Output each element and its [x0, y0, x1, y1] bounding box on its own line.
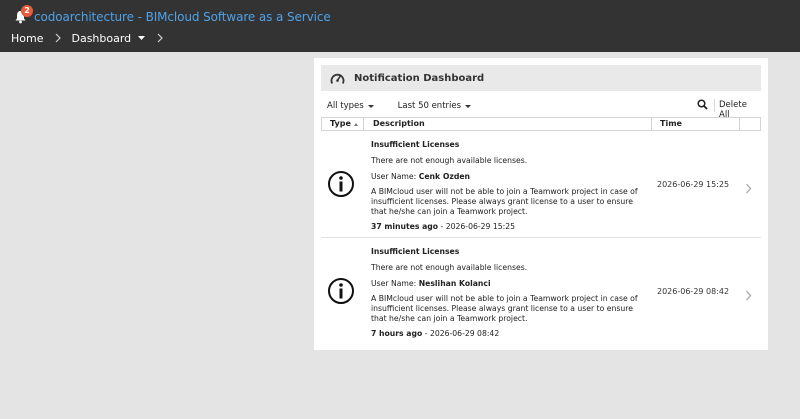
column-header-time: Time: [651, 118, 739, 130]
column-header-description: Description: [363, 118, 651, 130]
range-filter-dropdown[interactable]: Last 50 entries: [397, 101, 472, 111]
breadcrumb-home[interactable]: Home: [11, 32, 43, 45]
sort-ascending-icon: [353, 122, 358, 126]
search-button[interactable]: [697, 99, 708, 113]
notification-description: Insufficient Licenses There are not enou…: [371, 247, 647, 339]
table-row[interactable]: Insufficient Licenses There are not enou…: [321, 239, 761, 345]
table-row[interactable]: Insufficient Licenses There are not enou…: [321, 132, 761, 238]
notification-time: 2026-06-29 15:25: [657, 180, 730, 189]
panel-title: Notification Dashboard: [354, 72, 485, 84]
user-label: User Name:: [371, 172, 417, 181]
table-header: Type Description Time: [321, 117, 761, 131]
info-icon: [327, 170, 355, 202]
notifications-button[interactable]: 2: [12, 5, 33, 26]
chevron-right-icon: [55, 33, 62, 43]
notification-dashboard-panel: Notification Dashboard All types Last 50…: [314, 58, 768, 350]
caret-down-icon: [367, 104, 374, 108]
app-title[interactable]: codoarchitecture - BIMcloud Software as …: [34, 10, 331, 24]
notification-body: A BIMcloud user will not be able to join…: [371, 294, 638, 323]
notification-age: 7 hours ago - 2026-06-29 08:42: [371, 329, 499, 338]
notification-message: There are not enough available licenses.: [371, 263, 528, 272]
notification-body: A BIMcloud user will not be able to join…: [371, 187, 638, 216]
title-row: 2 codoarchitecture - BIMcloud Software a…: [12, 5, 331, 26]
notification-age: 37 minutes ago - 2026-06-29 15:25: [371, 222, 515, 231]
chevron-right-icon: [157, 33, 164, 43]
top-bar: 2 codoarchitecture - BIMcloud Software a…: [0, 0, 800, 52]
chevron-right-icon[interactable]: [745, 179, 752, 198]
notification-message: There are not enough available licenses.: [371, 156, 528, 165]
relative-age: 37 minutes ago: [371, 222, 439, 231]
user-label: User Name:: [371, 279, 417, 288]
column-type-label: Type: [330, 119, 351, 128]
caret-down-icon: [465, 104, 472, 108]
chevron-right-icon[interactable]: [745, 286, 752, 305]
user-name: Cenk Ozden: [418, 172, 471, 181]
column-header-actions: [739, 118, 761, 130]
range-filter-label: Last 50 entries: [397, 101, 462, 111]
notification-description: Insufficient Licenses There are not enou…: [371, 140, 647, 232]
notification-time: 2026-06-29 08:42: [657, 287, 730, 296]
caret-down-icon[interactable]: [138, 36, 146, 40]
breadcrumb: Home Dashboard: [11, 31, 173, 45]
type-filter-label: All types: [327, 101, 364, 111]
breadcrumb-dashboard[interactable]: Dashboard: [71, 32, 131, 45]
search-icon: [697, 99, 708, 110]
info-icon: [327, 277, 355, 309]
notification-title: Insufficient Licenses: [371, 247, 460, 256]
notification-user: User Name: Neslihan Kolanci: [371, 279, 647, 289]
gauge-icon: [330, 72, 345, 85]
relative-age: 7 hours ago: [371, 329, 423, 338]
notification-count-badge: 2: [21, 5, 33, 17]
timestamp-suffix: - 2026-06-29 15:25: [438, 222, 516, 231]
user-name: Neslihan Kolanci: [418, 279, 491, 288]
toolbar-divider: [714, 99, 715, 112]
notification-user: User Name: Cenk Ozden: [371, 172, 647, 182]
panel-header: Notification Dashboard: [321, 65, 761, 91]
filter-bar: All types Last 50 entries Delete All: [327, 99, 757, 120]
type-filter-dropdown[interactable]: All types: [327, 101, 374, 111]
column-header-type[interactable]: Type: [321, 118, 363, 130]
timestamp-suffix: - 2026-06-29 08:42: [422, 329, 500, 338]
notification-title: Insufficient Licenses: [371, 140, 460, 149]
